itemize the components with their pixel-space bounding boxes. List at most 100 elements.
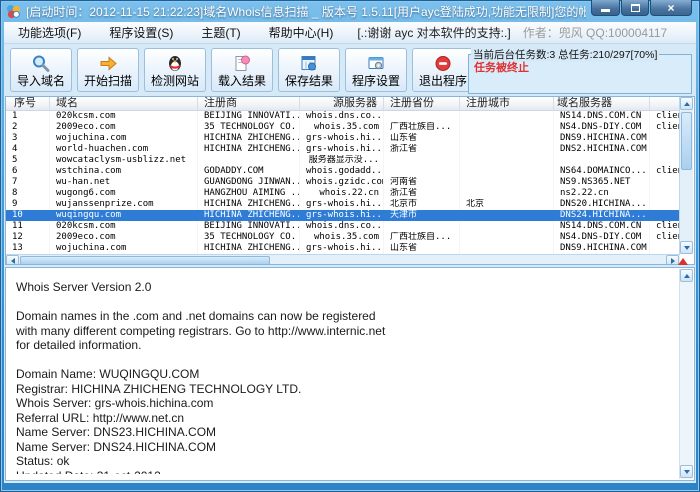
cell-domain: 020kcsm.com [50, 221, 198, 232]
cell-index: 10 [6, 210, 50, 221]
splitter-caret-icon[interactable] [678, 258, 688, 265]
penguin-icon [169, 55, 181, 71]
load-results-label: 载入结果 [217, 73, 266, 88]
table-row[interactable]: 12 2009eco.com 35 TECHNOLOGY CO. whois.3… [6, 232, 680, 243]
table-row[interactable]: 9 wujanssenprize.com HICHINA ZHICHENG...… [6, 199, 680, 210]
author-label: 作者：兜风 QQ:100004117 [522, 26, 668, 40]
cell-index: 8 [6, 188, 50, 199]
cell-province: 山东省 [384, 133, 460, 144]
cell-nameserver: DNS24.HICHINA... [554, 210, 650, 221]
cell-whois-server: whois.22.cn [300, 188, 384, 199]
hscroll-thumb[interactable] [20, 256, 270, 264]
table-row[interactable]: 13 wojuchina.com HICHINA ZHICHENG... grs… [6, 243, 680, 254]
cell-whois-server: grs-whois.hi... [300, 199, 384, 210]
col-header-status[interactable] [650, 97, 680, 110]
col-header-whois-server[interactable]: 源服务器 [300, 97, 384, 110]
cell-province: 山东省 [384, 243, 460, 254]
whois-line: Domain Name: WUQINGQU.COM [16, 367, 200, 381]
check-website-button[interactable]: 检测网站 [144, 48, 206, 92]
cell-whois-server: grs-whois.hi... [300, 243, 384, 254]
import-domains-button[interactable]: 导入域名 [10, 48, 72, 92]
whois-scroll-up-button[interactable] [680, 269, 693, 282]
table-vscrollbar[interactable] [679, 97, 693, 254]
cell-domain: 2009eco.com [50, 122, 198, 133]
cell-nameserver: NS4.DNS-DIY.COM [554, 122, 650, 133]
table-row[interactable]: 6 wstchina.com GODADDY.COM whois.godadd.… [6, 166, 680, 177]
save-results-button[interactable]: 保存结果 [278, 48, 340, 92]
cell-status [650, 144, 680, 155]
table-body: 1 020kcsm.com BEIJING INNOVATI... whois.… [6, 111, 680, 254]
whois-line: with many different competing registrars… [16, 323, 386, 338]
whois-scroll-down-button[interactable] [680, 465, 693, 478]
cell-nameserver: NS4.DNS-DIY.COM [554, 232, 650, 243]
table-row[interactable]: 3 wojuchina.com HICHINA ZHICHENG... grs-… [6, 133, 680, 144]
table-row[interactable]: 7 wu-han.net GUANGDONG JINWAN... whois.g… [6, 177, 680, 188]
start-scan-button[interactable]: 开始扫描 [77, 48, 139, 92]
minimize-icon [601, 8, 610, 12]
cell-province [384, 111, 460, 122]
scroll-up-button[interactable] [680, 97, 693, 110]
exit-program-button[interactable]: 退出程序 [412, 48, 474, 92]
cell-nameserver: NS14.DNS.COM.CN [554, 221, 650, 232]
col-header-index[interactable]: 序号 [6, 97, 50, 110]
table-row[interactable]: 11 020kcsm.com BEIJING INNOVATI... whois… [6, 221, 680, 232]
cell-province [384, 221, 460, 232]
table-row[interactable]: 4 world-huachen.com HICHINA ZHICHENG... … [6, 144, 680, 155]
col-header-registrar[interactable]: 注册商 [198, 97, 300, 110]
program-settings-button[interactable]: 程序设置 [345, 48, 407, 92]
cell-whois-server: whois.35.com [300, 122, 384, 133]
vscroll-thumb[interactable] [681, 112, 692, 170]
col-header-domain[interactable]: 域名 [50, 97, 198, 110]
close-button[interactable]: × [650, 0, 692, 16]
cell-domain: wugong6.com [50, 188, 198, 199]
import-domains-label: 导入域名 [16, 73, 65, 88]
table-row[interactable]: 8 wugong6.com HANGZHOU AIMING ... whois.… [6, 188, 680, 199]
menu-function-options[interactable]: 功能选项(F) [4, 22, 95, 43]
cell-province: 河南省 [384, 177, 460, 188]
cell-domain: 2009eco.com [50, 232, 198, 243]
menu-theme[interactable]: 主题(T) [187, 22, 254, 43]
menu-program-settings[interactable]: 程序设置(S) [95, 22, 187, 43]
cell-status [650, 155, 680, 166]
cell-registrar: HICHINA ZHICHENG... [198, 144, 300, 155]
table-row[interactable]: 5 wowcataclysm-usblizz.net 服务器显示没... [6, 155, 680, 166]
cell-nameserver: NS14.DNS.COM.CN [554, 111, 650, 122]
whois-vscrollbar[interactable] [679, 269, 693, 479]
table-header[interactable]: 序号 域名 注册商 源服务器 注册省份 注册城市 域名服务器 [6, 97, 680, 111]
minimize-button[interactable] [591, 0, 620, 16]
cell-province: 广西壮族自... [384, 122, 460, 133]
cell-nameserver: ns2.22.cn [554, 188, 650, 199]
cell-domain: wujanssenprize.com [50, 199, 198, 210]
scroll-left-button[interactable] [6, 255, 19, 264]
table-hscrollbar[interactable] [6, 254, 680, 264]
table-row[interactable]: 1 020kcsm.com BEIJING INNOVATI... whois.… [6, 111, 680, 122]
cell-status [650, 177, 680, 188]
cell-whois-server: grs-whois.hi... [300, 144, 384, 155]
whois-line: Name Server: DNS23.HICHINA.COM [16, 425, 217, 439]
maximize-button[interactable] [621, 0, 649, 16]
table-row[interactable]: 2 2009eco.com 35 TECHNOLOGY CO. whois.35… [6, 122, 680, 133]
results-table: 序号 域名 注册商 源服务器 注册省份 注册城市 域名服务器 1 020kcsm… [5, 96, 695, 265]
cell-index: 13 [6, 243, 50, 254]
cell-nameserver: DNS9.HICHINA.COM [554, 243, 650, 254]
col-header-nameserver[interactable]: 域名服务器 [554, 97, 650, 110]
whois-line: Registrar: HICHINA ZHICHENG TECHNOLOGY L… [16, 381, 302, 396]
cell-city [460, 210, 554, 221]
col-header-province[interactable]: 注册省份 [384, 97, 460, 110]
cell-status [650, 188, 680, 199]
col-header-city[interactable]: 注册城市 [460, 97, 554, 110]
whois-line: Domain names in the .com and .net domain… [16, 309, 376, 323]
title-bar[interactable]: [启动时间：2012-11-15 21:22:23]域名Whois信息扫描 _ … [0, 0, 700, 22]
load-results-button[interactable]: 载入结果 [211, 48, 273, 92]
cell-index: 4 [6, 144, 50, 155]
cell-domain: world-huachen.com [50, 144, 198, 155]
menu-help-center[interactable]: 帮助中心(H) [255, 22, 348, 43]
table-row[interactable]: 10 wuqingqu.com HICHINA ZHICHENG... grs-… [6, 210, 680, 221]
save-calendar-icon [301, 55, 316, 70]
whois-detail-panel[interactable]: Whois Server Version 2.0 Domain names in… [5, 267, 695, 481]
toolbar: 导入域名 开始扫描 检测网站 载入结果 保存结果 程序设置 退出程序 当前后台任… [4, 44, 696, 96]
whois-line: Whois Server Version 2.0 [16, 280, 152, 294]
app-icon [6, 4, 21, 18]
cell-registrar: HICHINA ZHICHENG... [198, 210, 300, 221]
scroll-down-button[interactable] [680, 241, 693, 254]
